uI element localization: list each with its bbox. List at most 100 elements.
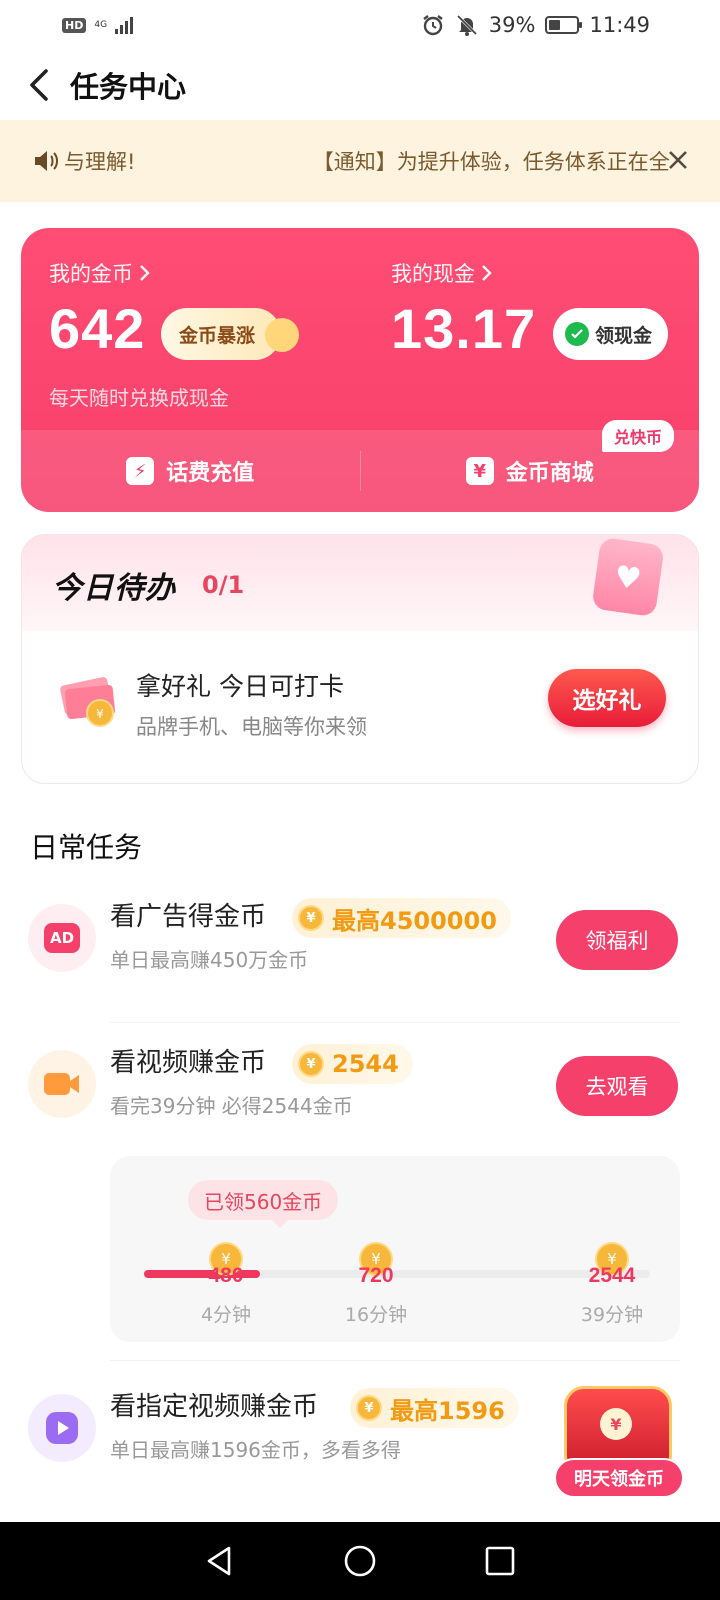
coins-label[interactable]: 我的金币 [49,258,151,288]
recents-square-icon[interactable] [480,1541,520,1581]
milestone-time: 39分钟 [580,1304,644,1326]
chevron-right-icon [482,265,492,281]
todo-count: 0/1 [202,571,245,599]
reward-text: 最高1596 [390,1396,505,1425]
notice-banner: 与理解! 【通知】为提升体验，任务体系正在全 [0,120,720,202]
todo-title: 今日待办 [52,571,176,606]
todo-item: ¥ 拿好礼 今日可打卡 品牌手机、电脑等你来领 选好礼 [22,631,698,783]
chevron-right-icon [140,265,150,281]
cash-value: 13.17 [391,297,537,360]
status-left: HD 4G [62,16,134,34]
status-right: 39% 11:49 [421,13,650,37]
phone-recharge-button[interactable]: ⚡ 话费充值 [21,455,360,487]
task-title: 看视频赚金币 [110,1048,267,1078]
wallet-actions: ⚡ 话费充值 ¥ 金币商城 [21,430,699,512]
coins-column[interactable]: 我的金币 642 [49,258,151,361]
chest-lock-icon: ¥ [600,1408,632,1440]
coin-mall-label: 金币商城 [505,461,594,486]
calendar-heart-icon: ♥ [591,536,665,618]
hd-badge: HD [62,17,87,33]
milestone: ¥ 480 4分钟 [186,1242,266,1327]
task-subtitle: 看完39分钟 必得2544金币 [110,1094,353,1118]
wallet-card: 我的金币 642 金币暴涨 每天随时兑换成现金 我的现金 13.17 领现金 ⚡… [21,228,699,512]
reward-text: 最高4500000 [332,906,497,935]
coin-mall-button[interactable]: ¥ 金币商城 [361,455,700,487]
coin-icon: ¥ [356,1395,382,1421]
wechat-icon [565,322,589,346]
lightning-icon: ⚡ [126,457,155,485]
task-subtitle: 单日最高赚1596金币，多看多得 [110,1438,401,1462]
coin-surge-label: 金币暴涨 [179,324,256,347]
battery-icon [545,16,583,34]
page-title: 任务中心 [70,70,187,104]
choose-gift-button[interactable]: 选好礼 [548,669,666,727]
coin-icon: ¥ [298,1051,324,1077]
coins-value: 642 [49,297,146,360]
back-arrow-icon[interactable] [24,65,54,105]
ticket-icon: ¥ [465,457,494,485]
notice-text-tail: 与理解! [64,150,136,174]
status-bar: HD 4G 39% 11:49 [0,0,720,50]
go-watch-button[interactable]: 去观看 [556,1056,678,1116]
get-benefit-button[interactable]: 领福利 [556,910,678,970]
notice-text: 【通知】为提升体验，任务体系正在全 [312,150,670,174]
home-circle-icon[interactable] [340,1541,380,1581]
speaker-icon [35,151,58,171]
cash-column[interactable]: 我的现金 13.17 [391,258,536,361]
cash-gift-icon: ¥ [60,677,116,727]
task-subtitle: 单日最高赚450万金币 [110,948,309,972]
reward-pill: ¥ 最高4500000 [292,898,511,938]
todo-item-title: 拿好礼 今日可打卡 [136,672,344,701]
video-camera-icon [44,1073,79,1095]
close-icon[interactable] [666,148,690,172]
reward-pill: ¥ 2544 [292,1044,413,1084]
section-title-daily-tasks: 日常任务 [30,831,143,864]
network-type: 4G [94,19,108,30]
divider [110,1022,680,1023]
milestone: ¥ 720 16分钟 [336,1242,416,1327]
phone-recharge-label: 话费充值 [166,461,255,486]
coins-label-text: 我的金币 [49,262,133,286]
reward-pill: ¥ 最高1596 [350,1388,519,1428]
tomorrow-coins-button[interactable]: 明天领金币 [554,1458,684,1498]
task-title: 看指定视频赚金币 [110,1392,319,1422]
cash-label-text: 我的现金 [391,262,475,286]
task-title: 看广告得金币 [110,902,267,932]
divider [110,1360,680,1361]
coin-icon: ¥ [298,905,324,931]
alarm-icon [423,15,443,36]
mute-bell-icon [456,14,477,36]
claimed-coins-bubble: 已领560金币 [188,1180,339,1228]
ad-icon-wrap: AD [28,904,96,972]
todo-item-subtitle: 品牌手机、电脑等你来领 [136,715,367,739]
clock: 11:49 [589,13,650,37]
mall-badge: 兑快币 [601,420,674,452]
battery-percent: 39% [488,13,536,37]
video-icon-wrap [28,1050,96,1118]
reward-text: 2544 [332,1050,399,1078]
back-triangle-icon[interactable] [200,1541,240,1581]
play-icon [46,1412,78,1444]
todo-card: 今日待办 0/1 ♥ ¥ 拿好礼 今日可打卡 品牌手机、电脑等你来领 选好礼 [21,534,699,784]
withdraw-cash-label: 领现金 [595,324,653,347]
svg-text:¥: ¥ [96,707,104,721]
coins-hint: 每天随时兑换成现金 [49,386,229,410]
milestone-value: 480 [208,1264,244,1287]
task-row-watch-videos: 看视频赚金币 ¥ 2544 看完39分钟 必得2544金币 去观看 [0,1036,720,1146]
task-row-watch-ads: AD 看广告得金币 ¥ 最高4500000 单日最高赚450万金币 领福利 [0,890,720,1000]
withdraw-cash-button[interactable]: 领现金 [553,308,669,360]
ad-icon: AD [44,923,80,953]
milestone-value: 2544 [588,1264,636,1287]
milestone: ¥ 2544 39分钟 [572,1242,652,1327]
play-icon-wrap [28,1394,96,1462]
sparkle-icon [265,318,300,352]
signal-icon [115,16,134,34]
video-progress-panel: 已领560金币 ¥ 480 4分钟 ¥ 720 16分钟 ¥ 2544 39分钟 [110,1156,680,1342]
system-nav-bar [0,1522,720,1600]
cash-label[interactable]: 我的现金 [391,258,536,288]
milestone-value: 720 [358,1264,394,1287]
page-header: 任务中心 [0,50,720,120]
milestone-time: 16分钟 [344,1304,408,1326]
coin-surge-pill[interactable]: 金币暴涨 [161,308,300,360]
milestone-time: 4分钟 [200,1304,252,1326]
